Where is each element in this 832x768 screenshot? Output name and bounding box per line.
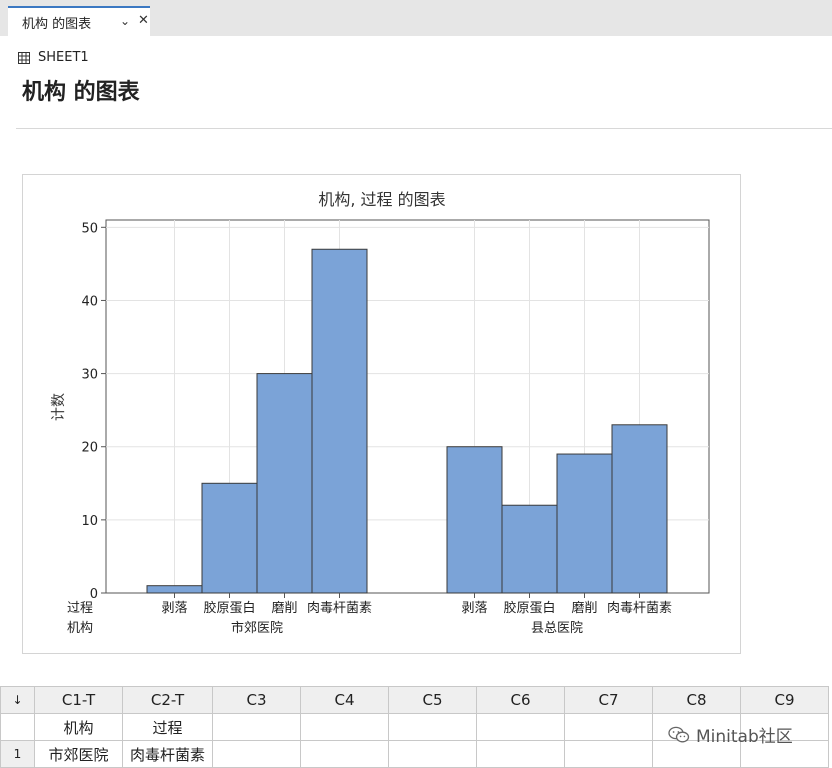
x-tick-label: 剥落 [461,601,487,616]
x-tick-label: 磨削 [271,601,297,616]
x-tick-label: 胶原蛋白 [503,600,555,616]
table-cell[interactable] [476,740,565,768]
divider [16,128,832,129]
table-cell[interactable]: 市郊医院 [34,740,123,768]
page-title: 机构 的图表 [22,80,140,105]
bar [501,504,558,594]
corner-cell[interactable]: ↓ [0,686,35,714]
table-cell[interactable] [564,740,653,768]
column-header-row: ↓ C1-T C2-T C3 C4 C5 C6 C7 C8 C9 [0,686,829,714]
chart-container: 机构, 过程 的图表 计数 过程 机构 0 10 20 30 40 50 市郊医院 县总医院 剥… [22,174,741,654]
row-label-institution: 机构 [67,621,93,636]
y-tick-label: 20 [81,441,98,456]
x-tick-label: 胶原蛋白 [203,600,255,616]
column-header[interactable]: C8 [652,686,741,714]
sheet-breadcrumb: SHEET1 [18,50,89,65]
watermark-text: Minitab社区 [696,727,793,747]
table-cell[interactable] [300,740,389,768]
table-cell[interactable]: 肉毒杆菌素 [122,740,213,768]
column-header[interactable]: C9 [740,686,829,714]
column-name-cell[interactable] [300,713,389,741]
chart-title: 机构, 过程 的图表 [318,190,445,209]
wechat-icon [668,726,690,742]
x-tick-label: 肉毒杆菌素 [607,601,672,616]
bar [446,446,503,594]
bar [611,424,668,594]
column-name-cell[interactable]: 过程 [122,713,213,741]
bar [556,453,613,594]
x-tick-label: 肉毒杆菌素 [307,601,372,616]
plot-area: 01020304050市郊医院 县总医院剥落 胶原蛋白 磨削 肉毒杆菌素 剥落 胶原蛋白 磨削… [81,219,710,636]
name-row-header [0,713,35,741]
column-name-cell[interactable] [476,713,565,741]
column-name-cell[interactable]: 机构 [34,713,123,741]
bar [201,482,258,594]
y-tick-label: 10 [81,514,98,529]
bar [146,585,203,594]
tab-bar: 机构 的图表 ⌄ ✕ [0,0,832,36]
column-header[interactable]: C3 [212,686,301,714]
row-label-process: 过程 [67,601,93,616]
y-tick-label: 30 [81,368,98,383]
column-header[interactable]: C4 [300,686,389,714]
row-index[interactable]: 1 [0,740,35,768]
table-cell[interactable] [388,740,477,768]
table-cell[interactable] [212,740,301,768]
x-tick-label: 剥落 [161,601,187,616]
y-tick-label: 40 [81,294,98,309]
close-icon[interactable]: ✕ [138,13,149,28]
bar [256,373,313,594]
x-tick-label: 磨削 [571,601,597,616]
tab-graph[interactable]: 机构 的图表 ⌄ ✕ [8,6,150,36]
column-name-cell[interactable] [564,713,653,741]
chevron-down-icon[interactable]: ⌄ [120,14,130,28]
column-header[interactable]: C2-T [122,686,213,714]
column-header[interactable]: C7 [564,686,653,714]
column-header[interactable]: C1-T [34,686,123,714]
column-header[interactable]: C6 [476,686,565,714]
column-name-cell[interactable] [388,713,477,741]
column-header[interactable]: C5 [388,686,477,714]
y-tick-label: 50 [81,221,98,236]
watermark: Minitab社区 [668,722,793,747]
sheet-label: SHEET1 [38,50,89,65]
y-axis-label: 计数 [51,393,67,421]
bar [311,248,368,594]
group-label: 县总医院 [531,621,583,636]
tab-label: 机构 的图表 [22,16,92,32]
table-icon [18,51,30,64]
column-name-cell[interactable] [212,713,301,741]
group-label: 市郊医院 [231,620,283,636]
bar-chart: 机构, 过程 的图表 计数 过程 机构 0 10 20 30 40 50 市郊医院 县总医院 剥… [51,190,710,636]
y-tick-label: 0 [90,587,98,602]
